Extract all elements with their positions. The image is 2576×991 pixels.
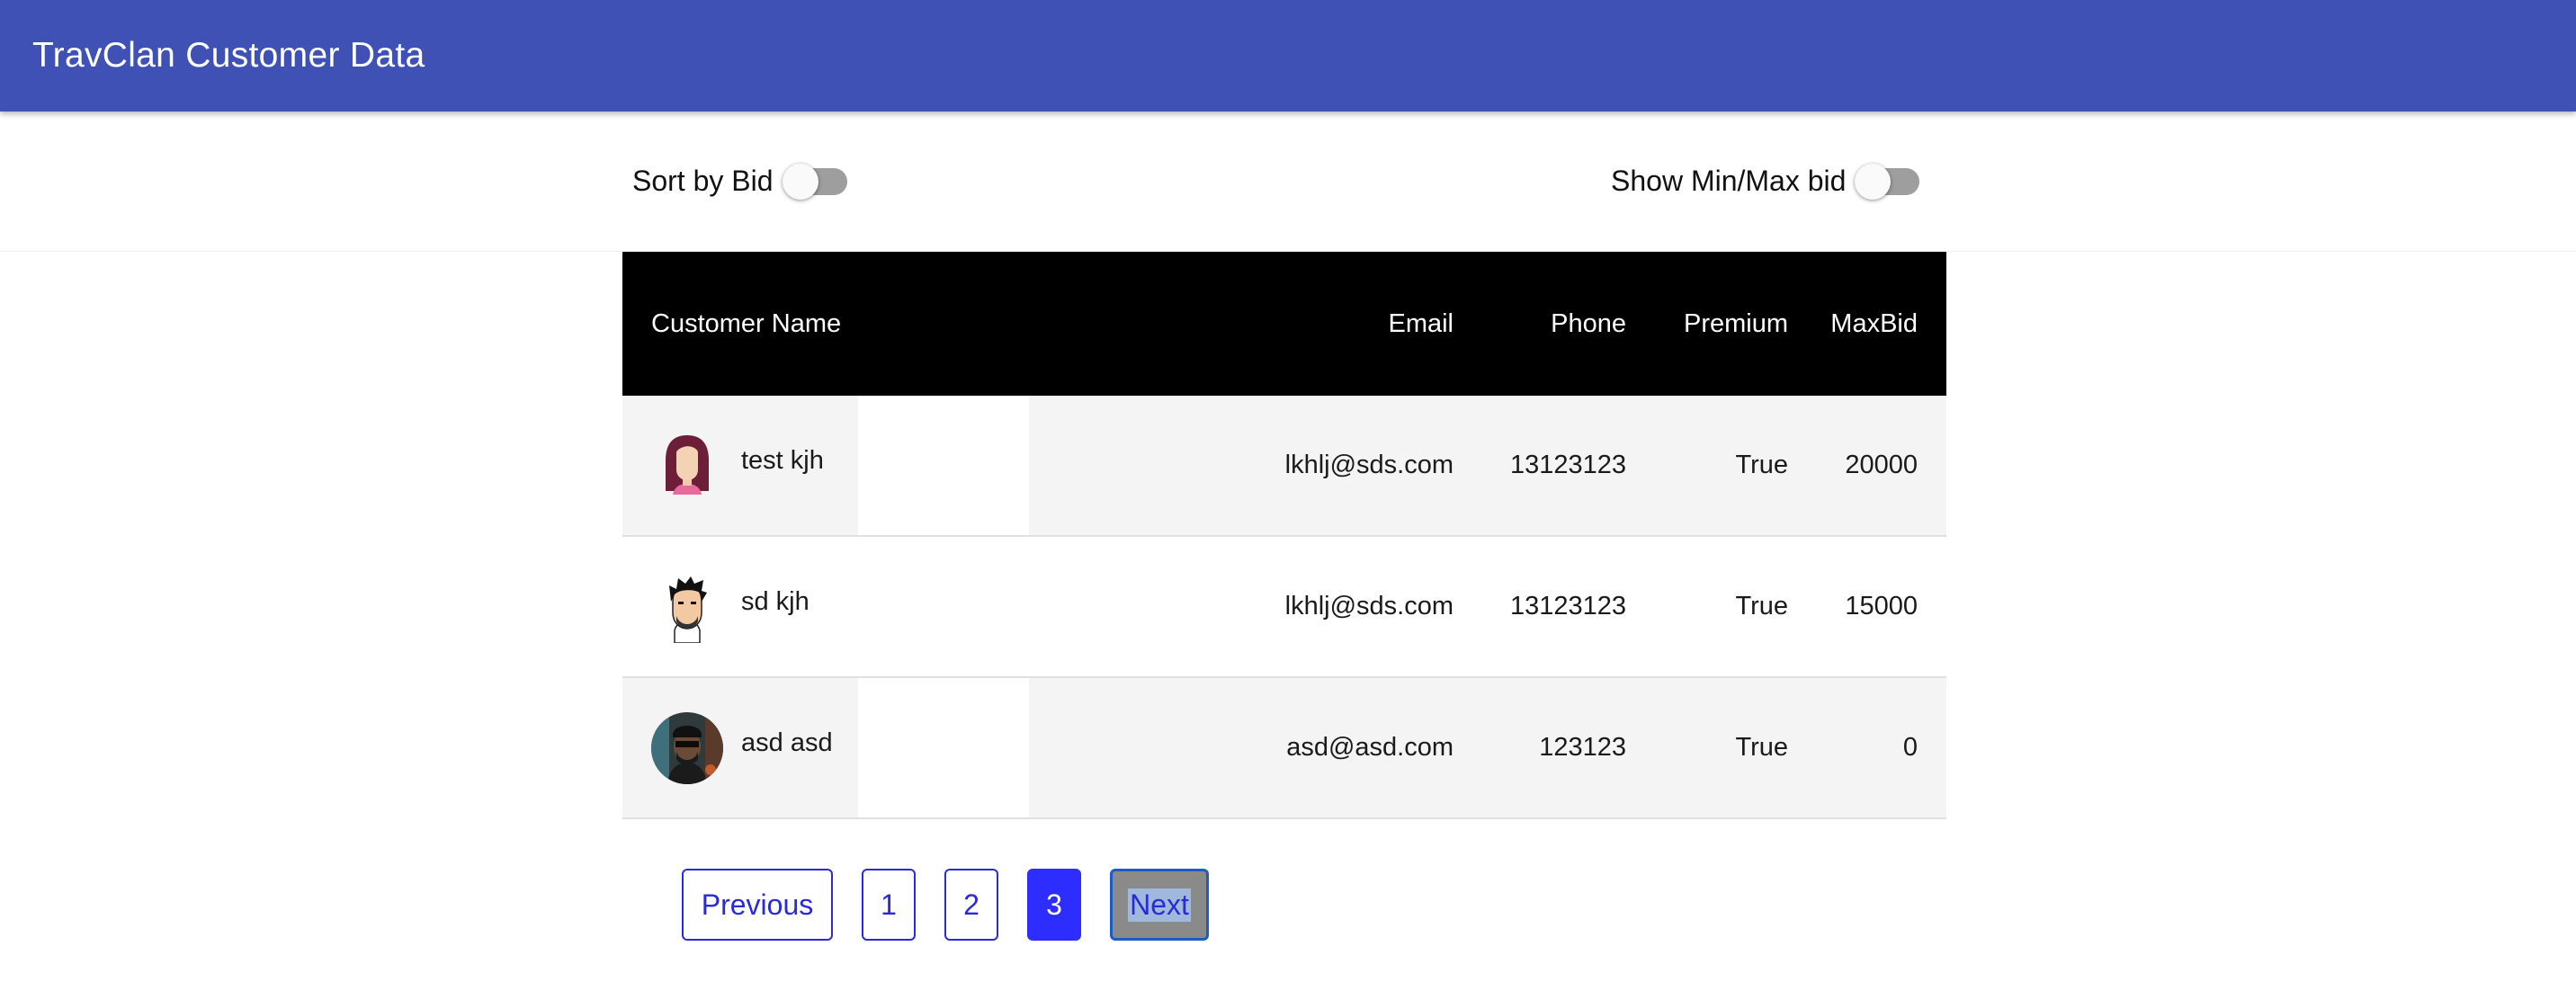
max-bid-cell: 20000 [1845, 451, 1918, 479]
max-bid-cell: 15000 [1845, 592, 1918, 620]
toggle-thumb[interactable] [1855, 163, 1892, 200]
customer-name: test kjh [741, 446, 824, 475]
column-header-phone[interactable]: Phone [1551, 252, 1626, 396]
phone-cell: 13123123 [1509, 451, 1626, 479]
max-bid-cell: 0 [1902, 733, 1918, 762]
page-button-1[interactable]: 1 [862, 869, 916, 941]
sort-by-bid-toggle[interactable] [782, 163, 851, 200]
email-cell: lkhlj@sds.com [1284, 592, 1453, 620]
table-row[interactable]: sd kjh lkhlj@sds.com 13123123 True 15000 [622, 537, 1946, 678]
female-avatar-icon [651, 430, 723, 502]
table-header: Customer Name Email Phone Premium Max Bi… [622, 252, 1946, 396]
app-title: TravClan Customer Data [32, 36, 425, 75]
controls-bar: Sort by Bid Show Min/Max bid [0, 112, 2576, 252]
column-header-email[interactable]: Email [1388, 252, 1453, 396]
customer-table: Customer Name Email Phone Premium Max Bi… [622, 252, 1946, 819]
customer-name-cell: test kjh [651, 396, 824, 535]
next-page-label: Next [1128, 888, 1191, 922]
photo-avatar-icon [651, 711, 723, 784]
email-cell: lkhlj@sds.com [1284, 451, 1453, 479]
phone-cell: 13123123 [1509, 592, 1626, 620]
toggle-thumb[interactable] [782, 163, 818, 200]
table-row[interactable]: asd asd asd@asd.com 123123 True 0 [622, 678, 1946, 819]
phone-cell: 123123 [1539, 733, 1626, 762]
customer-name: sd kjh [741, 587, 809, 616]
column-header-max-bid[interactable]: Max Bid [1830, 252, 1918, 396]
row-gap [858, 396, 1029, 535]
show-minmax-label: Show Min/Max bid [1611, 165, 1847, 197]
premium-cell: True [1735, 592, 1788, 620]
customer-name-cell: sd kjh [651, 537, 809, 676]
column-header-customer-name[interactable]: Customer Name [651, 252, 841, 396]
page-button-3-active[interactable]: 3 [1027, 869, 1081, 941]
show-minmax-control: Show Min/Max bid [1611, 112, 1923, 251]
premium-cell: True [1735, 451, 1788, 479]
customer-name-cell: asd asd [651, 678, 833, 817]
next-page-button[interactable]: Next [1110, 869, 1209, 941]
max-bid-header-line2: Bid [1880, 309, 1918, 338]
pagination: Previous 1 2 3 Next [682, 869, 1209, 941]
customer-name: asd asd [741, 728, 833, 757]
email-cell: asd@asd.com [1286, 733, 1453, 762]
column-header-premium[interactable]: Premium [1684, 252, 1788, 396]
previous-page-button[interactable]: Previous [682, 869, 833, 941]
male-cartoon-avatar-icon [651, 571, 723, 643]
row-gap [858, 678, 1029, 817]
app-bar: TravClan Customer Data [0, 0, 2576, 112]
premium-cell: True [1735, 733, 1788, 762]
max-bid-header-line1: Max [1830, 309, 1881, 338]
table-row[interactable]: test kjh lkhlj@sds.com 13123123 True 200… [622, 396, 1946, 537]
sort-by-bid-label: Sort by Bid [632, 165, 774, 197]
show-minmax-toggle[interactable] [1855, 163, 1923, 200]
page-button-2[interactable]: 2 [944, 869, 998, 941]
sort-by-bid-control: Sort by Bid [632, 112, 851, 251]
